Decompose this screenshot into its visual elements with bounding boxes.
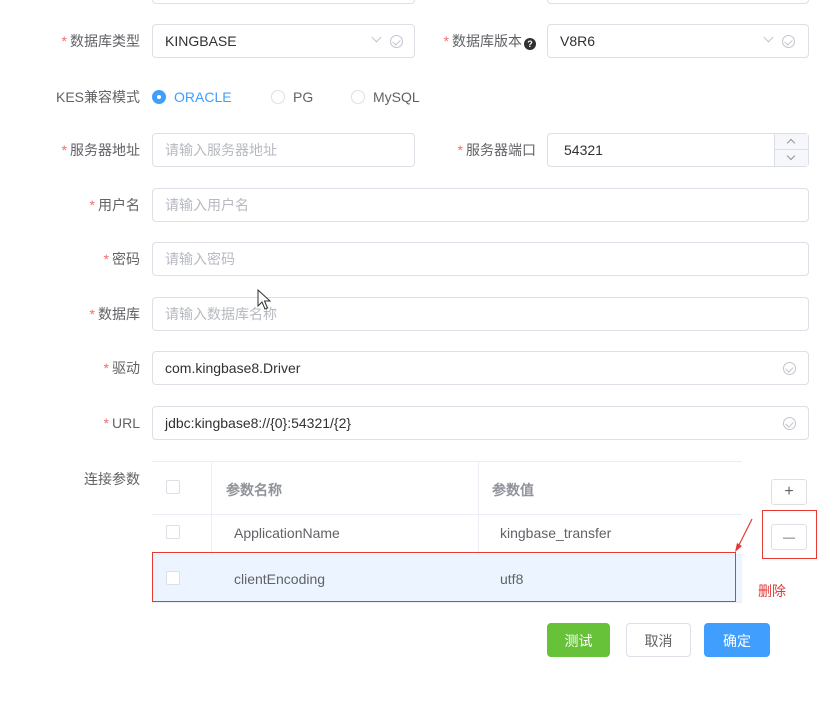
password-placeholder: 请输入密码	[165, 251, 235, 267]
radio-mysql[interactable]: MySQL	[351, 89, 420, 105]
server-port-value: 54321	[564, 142, 603, 158]
server-address-placeholder: 请输入服务器地址	[165, 142, 277, 158]
annotation-delete-text: 删除	[758, 583, 786, 599]
conn-params-label: 连接参数	[84, 471, 140, 487]
check-circle-icon	[390, 35, 403, 48]
table-header-row: 参数名称 参数值	[152, 462, 742, 515]
chevron-down-icon	[786, 151, 796, 161]
remove-param-button[interactable]: —	[771, 524, 807, 550]
chevron-down-icon	[371, 32, 382, 43]
annotation-row-highlight	[152, 552, 736, 602]
check-circle-icon	[783, 417, 796, 430]
radio-checked-icon	[152, 90, 166, 104]
chevron-up-icon	[786, 138, 796, 148]
db-version-label: * 数据库版本?	[420, 24, 536, 58]
mouse-cursor-icon	[257, 289, 272, 310]
cancel-button[interactable]: 取消	[626, 623, 691, 657]
stepper-up-button[interactable]	[775, 134, 808, 150]
database-label: * 数据库	[89, 306, 140, 322]
param-name-cell: ApplicationName	[234, 525, 340, 541]
check-circle-icon	[783, 362, 796, 375]
url-input[interactable]: jdbc:kingbase8://{0}:54321/{2}	[152, 406, 809, 440]
server-port-label: * 服务器端口	[457, 142, 536, 158]
annotation-arrow-icon	[735, 518, 753, 552]
url-label: * URL	[103, 415, 140, 431]
server-port-stepper[interactable]: 54321	[547, 133, 809, 167]
url-value: jdbc:kingbase8://{0}:54321/{2}	[165, 415, 352, 431]
column-header-name: 参数名称	[226, 482, 282, 498]
table-row[interactable]: ApplicationName kingbase_transfer	[152, 515, 742, 555]
db-version-value: V8R6	[560, 33, 596, 49]
stepper-down-button[interactable]	[775, 150, 808, 166]
driver-label: * 驱动	[103, 360, 140, 376]
column-header-value: 参数值	[492, 482, 534, 498]
top-field-remnant-left	[152, 0, 415, 4]
radio-unchecked-icon	[351, 90, 365, 104]
param-value-cell: kingbase_transfer	[500, 525, 612, 541]
database-input[interactable]: 请输入数据库名称	[152, 297, 809, 331]
radio-oracle[interactable]: ORACLE	[152, 89, 232, 105]
username-input[interactable]: 请输入用户名	[152, 188, 809, 222]
username-placeholder: 请输入用户名	[165, 197, 249, 213]
password-label: * 密码	[103, 251, 140, 267]
row-checkbox[interactable]	[166, 525, 180, 539]
conn-params-table: 参数名称 参数值 ApplicationName kingbase_transf…	[152, 461, 742, 603]
driver-value: com.kingbase8.Driver	[165, 360, 301, 376]
test-button[interactable]: 测试	[547, 623, 610, 657]
add-param-button[interactable]: +	[771, 479, 807, 505]
chevron-down-icon	[763, 32, 774, 43]
question-circle-icon[interactable]: ?	[524, 38, 536, 50]
db-type-label: * 数据库类型	[61, 33, 140, 49]
db-type-select[interactable]: KINGBASE	[152, 24, 415, 58]
username-label: * 用户名	[89, 197, 140, 213]
driver-input[interactable]: com.kingbase8.Driver	[152, 351, 809, 385]
db-version-select[interactable]: V8R6	[547, 24, 809, 58]
confirm-button[interactable]: 确定	[704, 623, 770, 657]
radio-unchecked-icon	[271, 90, 285, 104]
compat-mode-label: KES兼容模式	[55, 89, 140, 105]
check-circle-icon	[782, 35, 795, 48]
top-field-remnant-right	[547, 0, 809, 4]
select-all-checkbox[interactable]	[166, 480, 180, 494]
db-type-value: KINGBASE	[165, 33, 237, 49]
server-address-input[interactable]: 请输入服务器地址	[152, 133, 415, 167]
radio-pg[interactable]: PG	[271, 89, 313, 105]
password-input[interactable]: 请输入密码	[152, 242, 809, 276]
server-address-label: * 服务器地址	[61, 142, 140, 158]
stepper-controls	[774, 134, 808, 166]
